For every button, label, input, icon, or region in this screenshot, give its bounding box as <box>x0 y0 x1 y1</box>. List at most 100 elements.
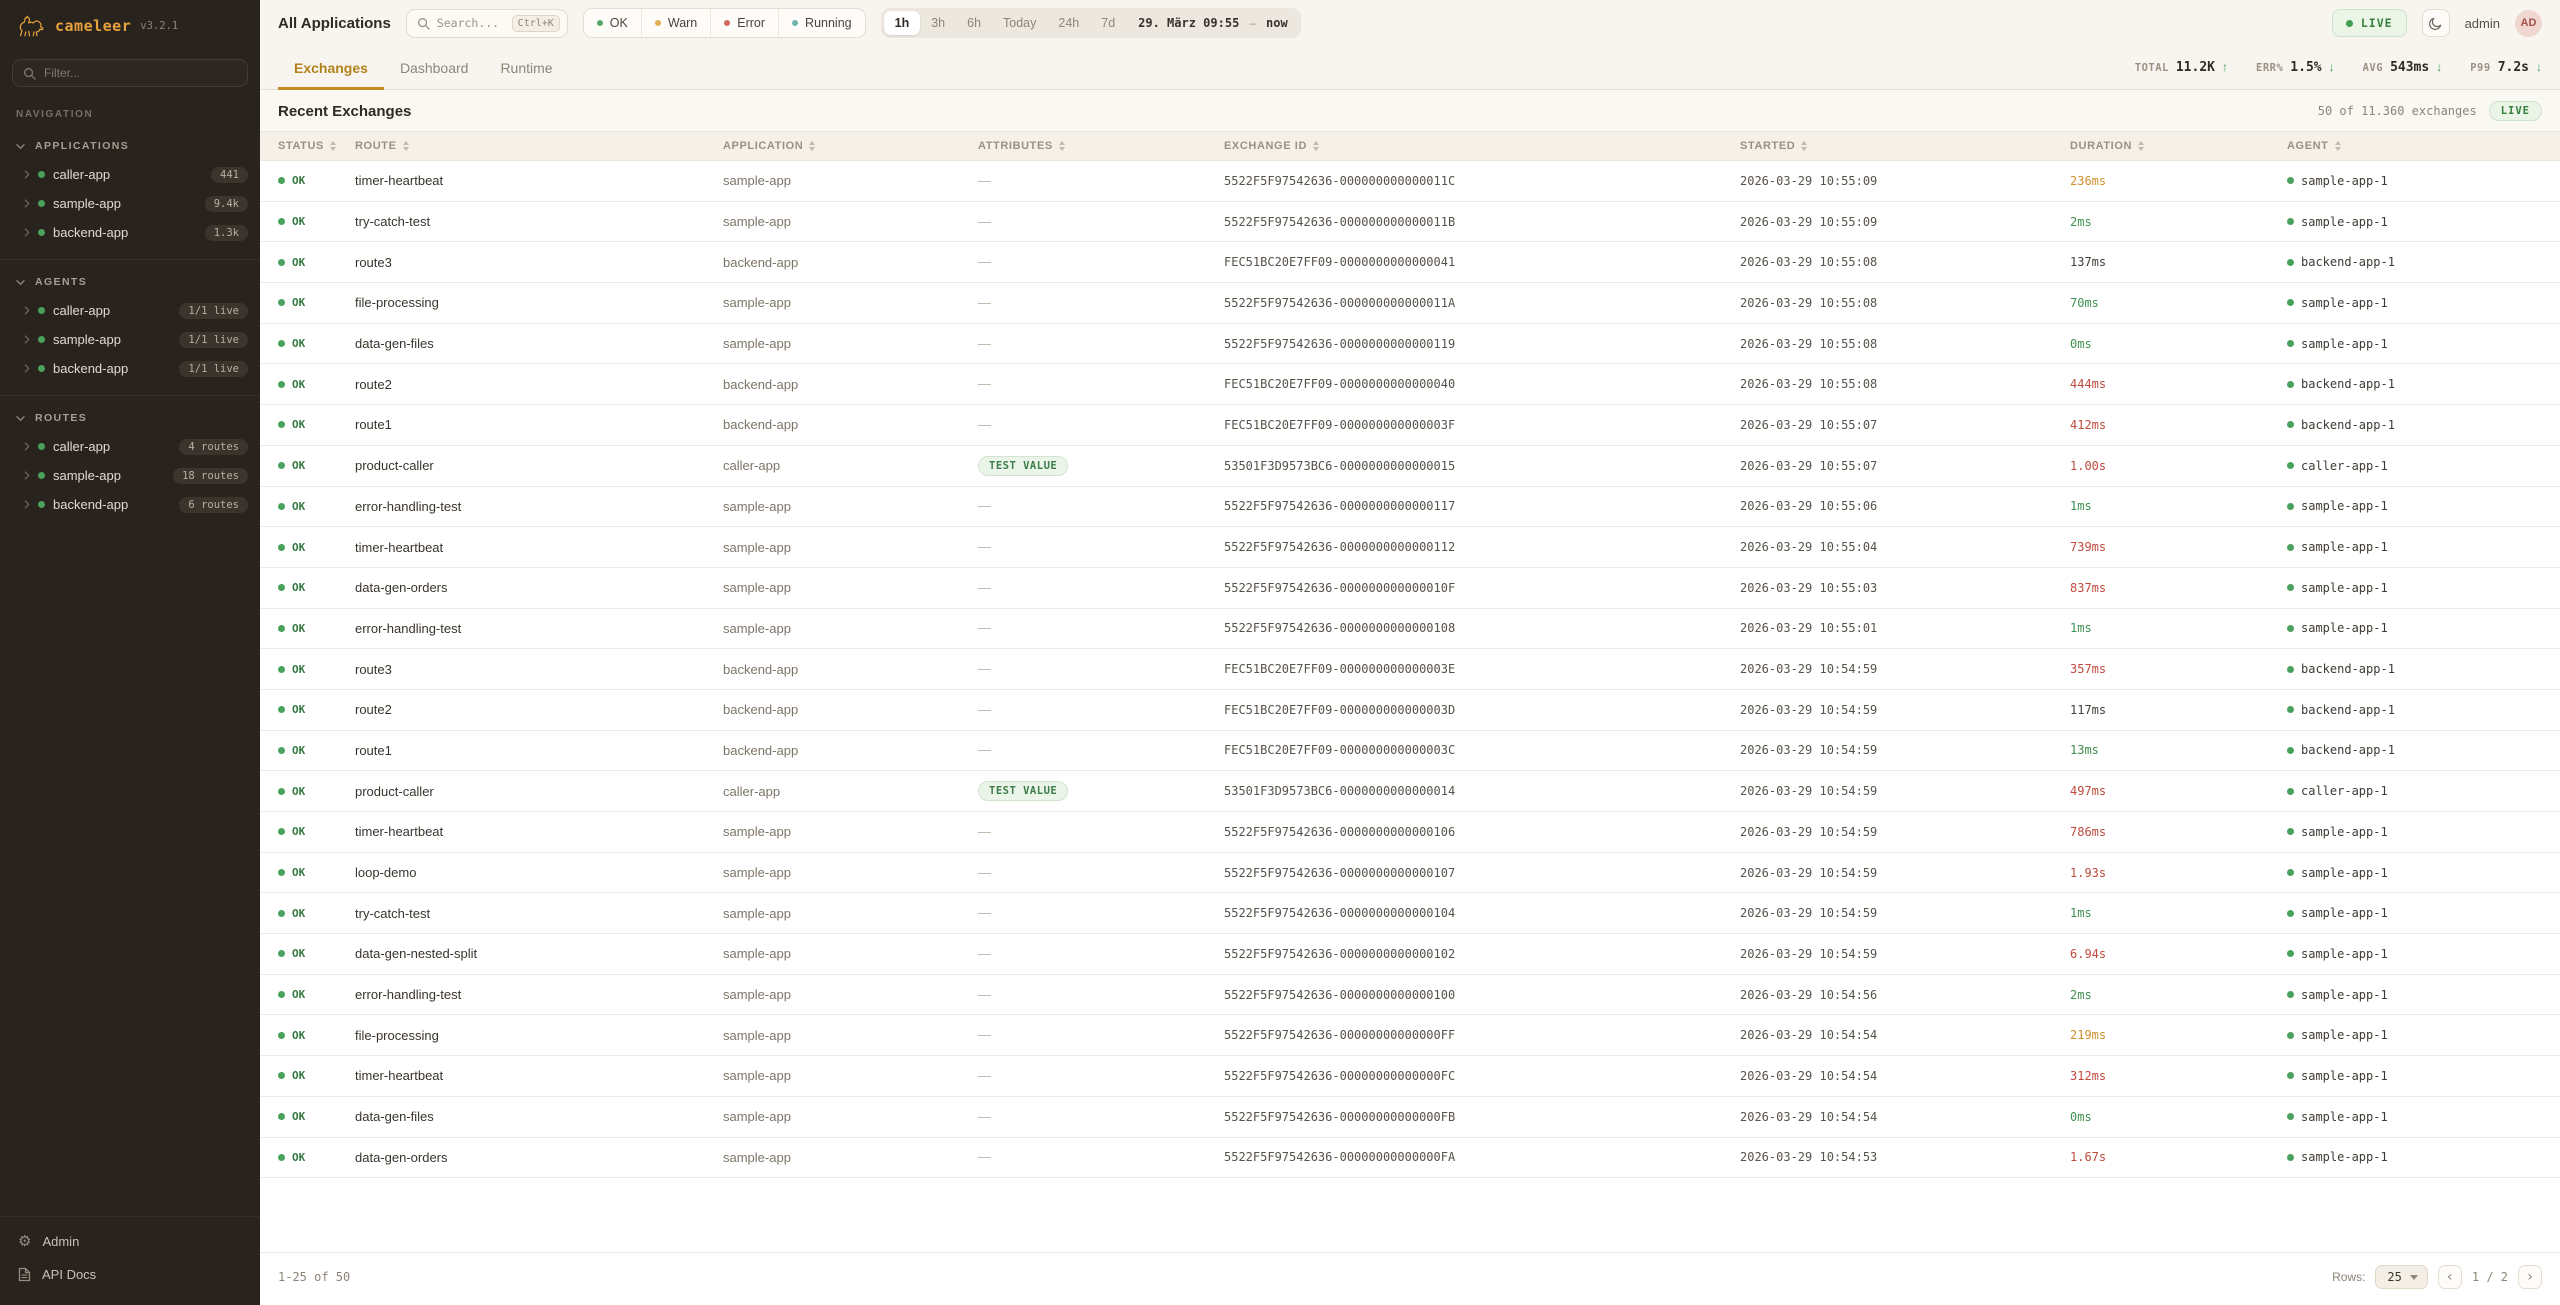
time-range-button[interactable]: 1h <box>884 11 921 35</box>
table-row[interactable]: OK route2 backend-app — FEC51BC20E7FF09-… <box>260 690 2560 731</box>
exchange-id-cell: 5522F5F97542636-0000000000000117 <box>1224 499 1740 513</box>
status-filter-button[interactable]: Running <box>778 9 865 37</box>
tab[interactable]: Dashboard <box>384 48 485 89</box>
application-cell: sample-app <box>723 295 978 310</box>
time-range-button[interactable]: 7d <box>1090 11 1126 35</box>
time-range-button[interactable]: 6h <box>956 11 992 35</box>
table-row[interactable]: OK try-catch-test sample-app — 5522F5F97… <box>260 202 2560 243</box>
table-row[interactable]: OK route1 backend-app — FEC51BC20E7FF09-… <box>260 731 2560 772</box>
table-row[interactable]: OK timer-heartbeat sample-app — 5522F5F9… <box>260 161 2560 202</box>
sidebar-filter[interactable] <box>12 59 248 87</box>
section-header-routes[interactable]: ROUTES <box>0 404 260 432</box>
rows-per-page-select[interactable]: 25 <box>2375 1265 2427 1289</box>
sidebar-item-admin[interactable]: ⚙ Admin <box>0 1225 260 1258</box>
exchange-id-cell: 5522F5F97542636-0000000000000119 <box>1224 337 1740 351</box>
table-row[interactable]: OK loop-demo sample-app — 5522F5F9754263… <box>260 853 2560 894</box>
column-header[interactable]: ATTRIBUTES <box>978 140 1224 152</box>
exchange-id-cell: 5522F5F97542636-0000000000000106 <box>1224 825 1740 839</box>
table-row[interactable]: OK timer-heartbeat sample-app — 5522F5F9… <box>260 1056 2560 1097</box>
table-row[interactable]: OK data-gen-files sample-app — 5522F5F97… <box>260 324 2560 365</box>
ok-status-dot <box>278 625 285 632</box>
chevron-down-icon <box>16 279 25 286</box>
ok-status-dot <box>278 544 285 551</box>
time-range-button[interactable]: Today <box>992 11 1047 35</box>
agent-label: sample-app-1 <box>2301 866 2388 880</box>
application-cell: sample-app <box>723 1150 978 1165</box>
sidebar-item-agent[interactable]: caller-app 1/1 live <box>0 296 260 325</box>
section-header-applications[interactable]: APPLICATIONS <box>0 132 260 160</box>
sidebar-item-route[interactable]: sample-app 18 routes <box>0 461 260 490</box>
search-input[interactable] <box>437 16 505 30</box>
ok-status-dot <box>278 1154 285 1161</box>
table-row[interactable]: OK timer-heartbeat sample-app — 5522F5F9… <box>260 812 2560 853</box>
item-count-badge: 9.4k <box>205 196 248 212</box>
attributes-cell: — <box>978 1026 1224 1044</box>
table-row[interactable]: OK product-caller caller-app TEST VALUE … <box>260 771 2560 812</box>
table-row[interactable]: OK data-gen-nested-split sample-app — 55… <box>260 934 2560 975</box>
agent-label: sample-app-1 <box>2301 825 2388 839</box>
item-label: backend-app <box>53 225 128 240</box>
column-header[interactable]: STATUS <box>278 140 355 152</box>
sidebar-item-route[interactable]: caller-app 4 routes <box>0 432 260 461</box>
agent-status-dot <box>2287 381 2294 388</box>
section-header-agents[interactable]: AGENTS <box>0 268 260 296</box>
column-header[interactable]: ROUTE <box>355 140 723 152</box>
table-row[interactable]: OK route2 backend-app — FEC51BC20E7FF09-… <box>260 364 2560 405</box>
column-header[interactable]: STARTED <box>1740 140 2070 152</box>
sidebar-item-application[interactable]: sample-app 9.4k <box>0 189 260 218</box>
table-row[interactable]: OK try-catch-test sample-app — 5522F5F97… <box>260 893 2560 934</box>
sidebar-item-api-docs[interactable]: API Docs <box>0 1258 260 1291</box>
time-to[interactable]: now <box>1258 16 1298 30</box>
sidebar-item-agent[interactable]: sample-app 1/1 live <box>0 325 260 354</box>
next-page-button[interactable]: › <box>2518 1265 2542 1289</box>
agent-status-dot <box>2287 177 2294 184</box>
sidebar: cameleer v3.2.1 NAVIGATION APPLICATIONS … <box>0 0 260 1305</box>
sort-icon <box>1059 141 1065 151</box>
table-row[interactable]: OK file-processing sample-app — 5522F5F9… <box>260 283 2560 324</box>
live-toggle-button[interactable]: LIVE <box>2332 9 2407 37</box>
theme-toggle-button[interactable] <box>2422 9 2450 37</box>
status-filter-button[interactable]: Warn <box>641 9 710 37</box>
time-range-label: 3h <box>931 16 945 30</box>
sidebar-item-agent[interactable]: backend-app 1/1 live <box>0 354 260 383</box>
table-row[interactable]: OK timer-heartbeat sample-app — 5522F5F9… <box>260 527 2560 568</box>
table-row[interactable]: OK error-handling-test sample-app — 5522… <box>260 609 2560 650</box>
status-filter-button[interactable]: Error <box>710 9 778 37</box>
time-from[interactable]: 29. März 09:55 <box>1126 16 1247 30</box>
prev-page-button[interactable]: ‹ <box>2438 1265 2462 1289</box>
time-range-button[interactable]: 24h <box>1047 11 1090 35</box>
table-row[interactable]: OK error-handling-test sample-app — 5522… <box>260 975 2560 1016</box>
table-row[interactable]: OK error-handling-test sample-app — 5522… <box>260 487 2560 528</box>
agent-cell: sample-app-1 <box>2287 1110 2560 1124</box>
sidebar-item-application[interactable]: backend-app 1.3k <box>0 218 260 247</box>
avatar[interactable]: AD <box>2515 10 2542 37</box>
filter-input[interactable] <box>44 66 237 80</box>
table-row[interactable]: OK product-caller caller-app TEST VALUE … <box>260 446 2560 487</box>
status-filter-button[interactable]: OK <box>584 9 641 37</box>
time-range-button[interactable]: 3h <box>920 11 956 35</box>
status-filter-dot <box>792 20 798 26</box>
table-row[interactable]: OK route1 backend-app — FEC51BC20E7FF09-… <box>260 405 2560 446</box>
column-header[interactable]: AGENT <box>2287 140 2560 152</box>
application-cell: backend-app <box>723 743 978 758</box>
duration-cell: 0ms <box>2070 1110 2287 1124</box>
application-cell: sample-app <box>723 824 978 839</box>
route-cell: timer-heartbeat <box>355 173 723 188</box>
table-row[interactable]: OK file-processing sample-app — 5522F5F9… <box>260 1015 2560 1056</box>
table-row[interactable]: OK data-gen-files sample-app — 5522F5F97… <box>260 1097 2560 1138</box>
tab[interactable]: Runtime <box>484 48 568 89</box>
sidebar-item-route[interactable]: backend-app 6 routes <box>0 490 260 519</box>
table-row[interactable]: OK data-gen-orders sample-app — 5522F5F9… <box>260 568 2560 609</box>
attributes-cell: — <box>978 213 1224 231</box>
search-box[interactable]: Ctrl+K <box>406 9 568 38</box>
table-row[interactable]: OK data-gen-orders sample-app — 5522F5F9… <box>260 1138 2560 1179</box>
started-cell: 2026-03-29 10:54:59 <box>1740 906 2070 920</box>
column-header[interactable]: DURATION <box>2070 140 2287 152</box>
duration-cell: 497ms <box>2070 784 2287 798</box>
sidebar-item-application[interactable]: caller-app 441 <box>0 160 260 189</box>
tab[interactable]: Exchanges <box>278 48 384 89</box>
column-header[interactable]: EXCHANGE ID <box>1224 140 1740 152</box>
column-header[interactable]: APPLICATION <box>723 140 978 152</box>
table-row[interactable]: OK route3 backend-app — FEC51BC20E7FF09-… <box>260 242 2560 283</box>
table-row[interactable]: OK route3 backend-app — FEC51BC20E7FF09-… <box>260 649 2560 690</box>
